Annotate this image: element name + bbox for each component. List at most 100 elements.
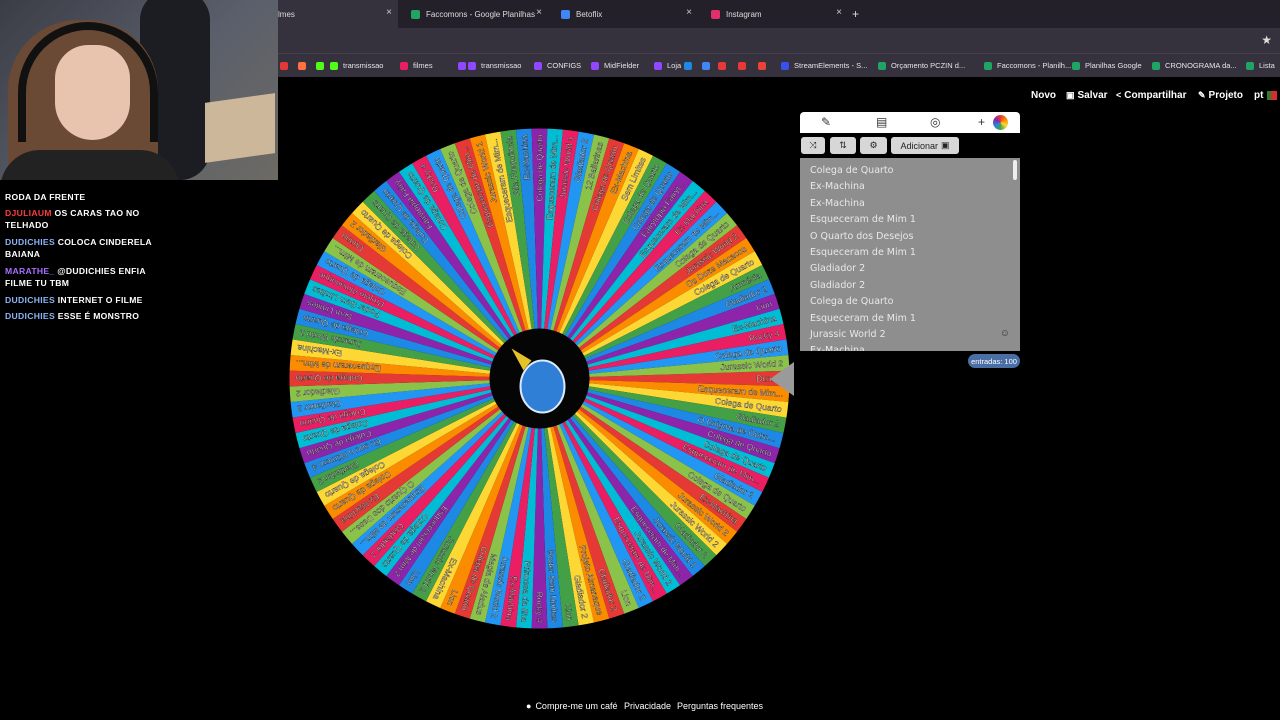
footer-faq-link[interactable]: Perguntas frequentes [677, 700, 763, 712]
entry-line: Jurassic World 2 [810, 329, 886, 340]
close-icon[interactable]: × [386, 8, 392, 18]
bookmark-favicon-icon [781, 61, 789, 70]
entry-line: Ex-Machina [810, 345, 865, 351]
bookmark-item[interactable]: Lista [1246, 54, 1275, 77]
chat-username: DJULIAUM [5, 208, 52, 218]
chat-message: DUDICHIES ESSE É MONSTRO [5, 311, 140, 321]
new-button[interactable]: Novo [1031, 88, 1056, 102]
bookmark-item[interactable] [718, 54, 731, 77]
bookmark-favicon-icon [654, 61, 662, 70]
bookmark-favicon-icon [1246, 61, 1254, 70]
bookmark-item[interactable]: MidFielder [591, 54, 639, 77]
chat-username: DUDICHIES [5, 295, 55, 305]
footer-privacy-link[interactable]: Privacidade [624, 700, 671, 712]
share-button[interactable]: < Compartilhar [1116, 88, 1187, 102]
tab-label: Betoflix [576, 9, 603, 19]
wheel-segment-label: Lion [563, 604, 575, 621]
bookmark-item[interactable] [684, 54, 697, 77]
bookmark-favicon-icon [984, 61, 992, 70]
cardboard-box [205, 93, 275, 163]
bookmark-favicon-icon [458, 61, 466, 70]
entry-line: O Quarto dos Desejos [810, 230, 914, 242]
tab-label: Instagram [726, 9, 762, 19]
bookmark-item[interactable]: filmes [400, 54, 433, 77]
add-image-button[interactable]: Adicionar ▣ [891, 137, 959, 154]
bookmark-item[interactable] [298, 54, 311, 77]
chat-message: DUDICHIES COLOCA CINDERELA BAIANA [5, 237, 152, 259]
entry-line: Esqueceram de Mim 1 [810, 247, 916, 258]
tab-filmes[interactable]: lmes × [278, 0, 398, 28]
new-tab-button[interactable]: + [852, 0, 866, 28]
scrollbar[interactable] [1013, 160, 1017, 180]
wheel-center-logo-icon [519, 359, 566, 414]
bookmark-favicon-icon [1152, 61, 1160, 70]
entry-line: Ex-Machina [810, 197, 865, 209]
bookmark-item[interactable]: transmissao [468, 54, 521, 77]
bookmark-item[interactable]: Loja [654, 54, 681, 77]
tab-instagram[interactable]: Instagram × [703, 0, 848, 28]
bookmark-favicon-icon [878, 61, 886, 70]
bookmark-item[interactable]: Faccomons - Planilh... [984, 54, 1071, 77]
chat-username: MARATHE_ [5, 266, 55, 276]
bookmark-item[interactable] [702, 54, 715, 77]
star-icon[interactable]: ★ [1261, 33, 1272, 47]
language-selector[interactable]: pt [1254, 88, 1278, 102]
spin-wheel[interactable]: Duna 2 Esqueceram de Mim... Colega de Quar… [288, 127, 791, 630]
clipboard-icon[interactable]: ▤ [876, 115, 887, 129]
close-icon[interactable]: × [836, 8, 842, 18]
bookmark-item[interactable] [738, 54, 751, 77]
bookmark-item[interactable]: CRONOGRAMA da... [1152, 54, 1237, 77]
emoji-icon[interactable]: ☺ [1000, 328, 1010, 339]
panel-toolbar: ✎ ▤ ◎ + [800, 112, 1020, 133]
save-button[interactable]: ▣ Salvar [1066, 88, 1108, 102]
sort-button[interactable]: ⇅ [830, 137, 856, 154]
chat-message: DJULIAUM OS CARAS TAO NO TELHADO [5, 208, 140, 230]
color-wheel-icon[interactable] [993, 115, 1008, 130]
pencil-icon[interactable]: ✎ [821, 115, 831, 129]
tab-label: lmes [278, 9, 295, 19]
chat-username: DUDICHIES [5, 237, 55, 247]
bookmark-favicon-icon [280, 61, 288, 70]
plus-icon[interactable]: + [978, 115, 985, 129]
bookmark-favicon-icon [316, 61, 324, 70]
address-bar[interactable]: ★ [278, 28, 1280, 53]
gear-icon: ⚙ [869, 140, 878, 150]
shuffle-icon: ⤨ [809, 140, 817, 150]
bookmark-item[interactable]: Orçamento PCZIN d... [878, 54, 965, 77]
bookmark-favicon-icon [684, 61, 692, 70]
chat-message: MARATHE_ @DUDICHIES ENFIA FILME TU TBM [5, 266, 146, 288]
wheel-segment-label: Colega de Quarto [295, 374, 362, 384]
eye-off-icon[interactable]: ◎ [930, 115, 940, 129]
footer-coffee-link[interactable]: ● Compre-me um café [526, 700, 617, 712]
shuffle-button[interactable]: ⤨ [801, 137, 825, 154]
chat-username: DUDICHIES [5, 311, 55, 321]
close-icon[interactable]: × [686, 8, 692, 18]
entry-line: Esqueceram de Mim 1 [810, 214, 916, 226]
bookmark-item[interactable]: transmissao [330, 54, 383, 77]
wheel-segment-label: Colega de Quarto [535, 134, 545, 201]
entry-line: Colega de Quarto [810, 296, 894, 308]
project-button[interactable]: ✎ Projeto [1198, 88, 1243, 102]
tab-faccomons[interactable]: Faccomons - Google Planilhas × [403, 0, 548, 28]
bookmark-favicon-icon [468, 61, 476, 70]
bookmark-item[interactable] [316, 54, 329, 77]
entries-textarea[interactable]: ☺ Colega de Quarto Ex-Machina Ex-Machina Es… [800, 158, 1020, 351]
bookmark-favicon-icon [534, 61, 542, 70]
entry-line: Ex-Machina [810, 181, 865, 193]
bookmark-item[interactable] [280, 54, 293, 77]
sort-icon: ⇅ [839, 140, 847, 150]
bookmark-item[interactable]: Planilhas Google [1072, 54, 1142, 77]
bookmark-favicon-icon [400, 61, 408, 70]
betoflix-icon [561, 9, 570, 19]
bookmarks-bar: transmissao filmes transmissao CONFIGS MidFi… [278, 53, 1280, 77]
bookmark-favicon-icon [702, 61, 710, 70]
bookmark-item[interactable] [758, 54, 771, 77]
bookmark-item[interactable]: CONFIGS [534, 54, 581, 77]
wheel-svg[interactable]: Duna 2Esqueceram de Mim...Colega de Quar… [288, 127, 791, 630]
tab-betoflix[interactable]: Betoflix × [553, 0, 698, 28]
settings-button[interactable]: ⚙ [860, 137, 887, 154]
close-icon[interactable]: × [536, 8, 542, 18]
entry-line: Colega de Quarto [810, 165, 894, 176]
bookmark-item[interactable]: StreamElements - S... [781, 54, 867, 77]
entry-line: Gladiador 2 [810, 263, 866, 275]
